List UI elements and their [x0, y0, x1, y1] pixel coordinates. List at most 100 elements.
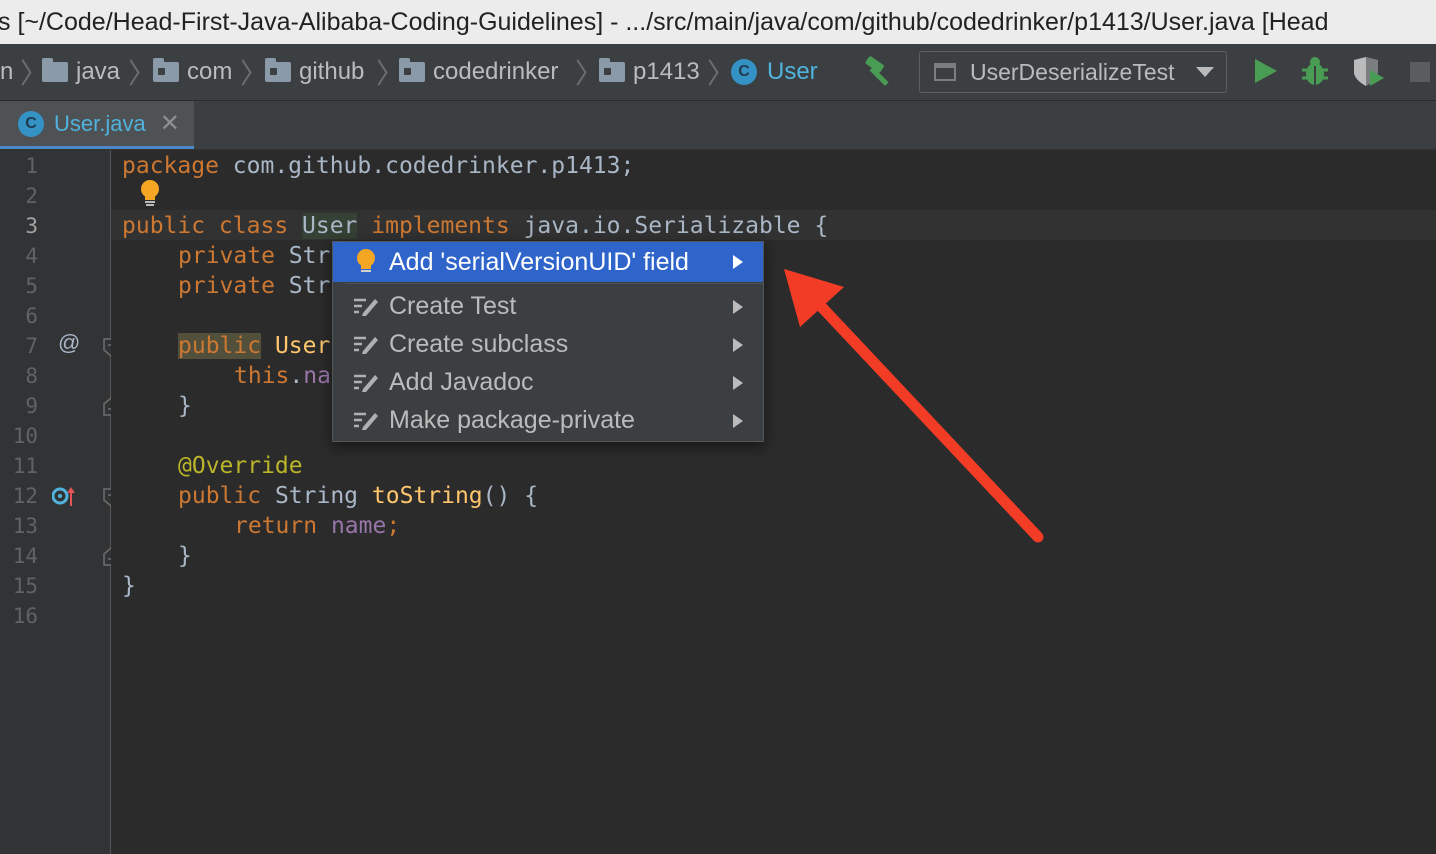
menu-item-add-javadoc[interactable]: Add Javadoc	[333, 363, 763, 401]
navigation-bar: n 〉 java 〉 com 〉 github 〉 codedrinker 〉 …	[0, 44, 1436, 101]
code-line-8: this.na	[234, 361, 331, 391]
line-number: 8	[25, 364, 38, 388]
submenu-arrow-icon	[733, 300, 743, 314]
package-icon	[399, 58, 425, 82]
line-number: 5	[25, 274, 38, 298]
breadcrumb-label: codedrinker	[433, 58, 559, 85]
close-icon[interactable]: ✕	[160, 109, 180, 138]
breadcrumb-separator: 〉	[128, 58, 157, 89]
run-with-coverage-icon[interactable]	[1352, 56, 1386, 88]
submenu-arrow-icon	[733, 255, 743, 269]
code-text: Str	[274, 243, 331, 269]
field-name: na	[303, 363, 331, 389]
line-number: 15	[12, 574, 38, 598]
code-line-9: }	[178, 393, 192, 419]
method-name: toString	[371, 483, 483, 509]
code-line-11: @Override	[178, 453, 303, 479]
code-text: String	[261, 483, 372, 509]
line-number: 4	[25, 244, 38, 268]
menu-item-label: Create Test	[389, 291, 517, 320]
keyword: public class	[122, 213, 303, 239]
breadcrumb-item-com[interactable]: com	[153, 44, 232, 100]
breadcrumb-item-codedrinker[interactable]: codedrinker	[399, 44, 558, 100]
line-number: 7	[25, 334, 38, 358]
run-config-label: UserDeserializeTest	[970, 58, 1175, 85]
intention-edit-icon	[353, 371, 379, 393]
breadcrumb-label: p1413	[633, 58, 700, 85]
code-line-7: public User	[178, 331, 330, 361]
run-configuration-select[interactable]: UserDeserializeTest	[919, 51, 1227, 93]
class-icon: C	[731, 59, 757, 85]
line-number: 1	[25, 154, 38, 178]
code-line-14: }	[178, 543, 192, 569]
menu-item-make-package-private[interactable]: Make package-private	[333, 401, 763, 439]
breadcrumb-label: com	[187, 58, 233, 85]
lightbulb-icon	[353, 248, 379, 276]
code-text: ;	[386, 513, 401, 539]
menu-item-create-test[interactable]: Create Test	[333, 287, 763, 325]
keyword: return	[234, 513, 318, 539]
submenu-arrow-icon	[733, 338, 743, 352]
line-number: 10	[12, 424, 38, 448]
breadcrumb-label: User	[767, 58, 818, 85]
tab-user-java[interactable]: C User.java ✕	[0, 101, 194, 149]
line-number: 2	[25, 184, 38, 208]
breadcrumb-label: java	[76, 58, 121, 85]
line-number: 14	[12, 544, 38, 568]
folder-icon	[42, 58, 68, 82]
package-icon	[599, 58, 625, 82]
window-title-bar: s [~/Code/Head-First-Java-Alibaba-Coding…	[0, 0, 1436, 44]
line-number: 11	[12, 454, 38, 478]
menu-item-label: Make package-private	[389, 405, 635, 434]
breadcrumb-item-user[interactable]: C User	[731, 44, 818, 100]
code-line-1: package com.github.codedrinker.p1413;	[122, 151, 634, 181]
line-number: 12	[12, 484, 38, 508]
intention-edit-icon	[353, 409, 379, 431]
code-line-12: public String toString() {	[178, 481, 538, 511]
breadcrumb-item-module[interactable]: n	[0, 44, 13, 100]
breadcrumb-item-java[interactable]: java	[42, 44, 120, 100]
class-icon: C	[18, 110, 44, 137]
breadcrumb-item-github[interactable]: github	[265, 44, 364, 100]
keyword: private	[178, 273, 275, 299]
breadcrumb-item-p1413[interactable]: p1413	[599, 44, 700, 100]
intention-edit-icon	[353, 333, 379, 355]
submenu-arrow-icon	[733, 414, 743, 428]
menu-item-label: Create subclass	[389, 329, 569, 358]
breadcrumb-label: github	[299, 58, 365, 85]
window-title: s [~/Code/Head-First-Java-Alibaba-Coding…	[0, 8, 1329, 36]
annotation-marker-icon[interactable]: @	[58, 330, 80, 356]
submenu-arrow-icon	[733, 376, 743, 390]
class-name: User	[302, 213, 358, 239]
intention-actions-popup: Add 'serialVersionUID' field Create Test…	[332, 241, 764, 442]
package-icon	[153, 58, 179, 82]
tab-label: User.java	[54, 110, 146, 136]
line-number: 3	[25, 214, 38, 238]
editor-gutter[interactable]: 1 2 3 4 5 6 7 8 9 10 11 12 13 14 15 16 @	[0, 150, 119, 854]
keyword: this	[234, 363, 290, 389]
code-line-13: return name;	[234, 511, 400, 541]
menu-separator	[345, 283, 763, 284]
keyword: public	[178, 333, 262, 359]
breadcrumb-label: n	[0, 58, 14, 85]
stop-icon[interactable]	[1410, 62, 1430, 82]
code-text: java.io.Serializable {	[509, 213, 829, 239]
chevron-down-icon	[1196, 67, 1214, 77]
debug-bug-icon[interactable]	[1300, 56, 1330, 88]
override-marker-icon[interactable]	[52, 484, 76, 510]
code-line-15: }	[122, 573, 136, 599]
code-text: Str	[274, 273, 331, 299]
run-icon[interactable]	[1255, 59, 1277, 83]
build-hammer-icon[interactable]	[862, 56, 898, 88]
keyword: implements	[357, 213, 510, 239]
menu-item-label: Add 'serialVersionUID' field	[389, 247, 689, 276]
lightbulb-icon[interactable]	[139, 179, 161, 209]
code-text: com.github.codedrinker.p1413;	[218, 153, 635, 179]
line-number: 13	[12, 514, 38, 538]
menu-item-add-serialversionuid[interactable]: Add 'serialVersionUID' field	[333, 242, 763, 282]
line-number: 9	[25, 394, 38, 418]
red-annotation-arrow	[784, 269, 1044, 543]
menu-item-create-subclass[interactable]: Create subclass	[333, 325, 763, 363]
code-line-4: private Str	[178, 241, 330, 271]
breadcrumb-separator: 〉	[240, 58, 269, 89]
